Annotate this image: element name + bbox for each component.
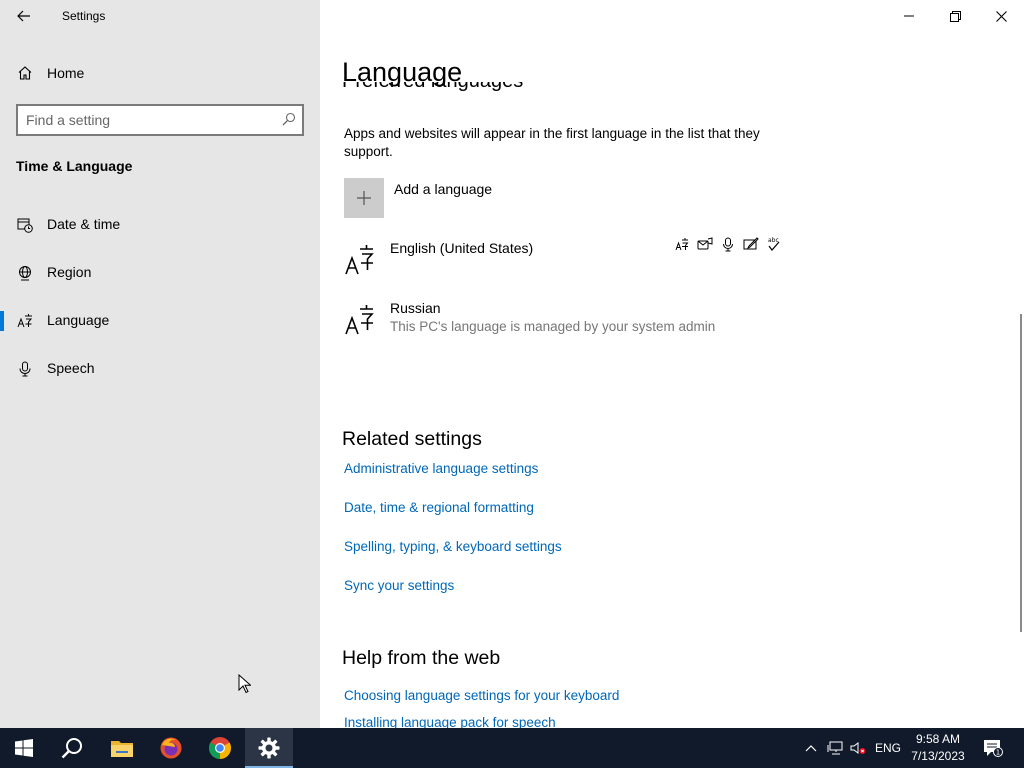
restore-button[interactable] bbox=[932, 0, 978, 32]
calendar-clock-icon bbox=[16, 216, 34, 234]
restore-icon bbox=[949, 10, 961, 22]
search-box[interactable] bbox=[16, 104, 304, 136]
description-text: Apps and websites will appear in the fir… bbox=[344, 126, 760, 159]
language-features: abc bbox=[674, 236, 782, 252]
add-tile bbox=[344, 178, 384, 218]
related-settings-heading: Related settings bbox=[342, 428, 482, 450]
taskbar-firefox[interactable] bbox=[147, 728, 195, 768]
sidebar-item-label: Date & time bbox=[47, 216, 121, 232]
sidebar-item-label: Region bbox=[47, 264, 92, 280]
add-language-button[interactable]: Add a language bbox=[344, 178, 644, 218]
firefox-icon bbox=[160, 737, 182, 759]
taskbar-chrome[interactable] bbox=[196, 728, 244, 768]
link-installing-speech-language-pack[interactable]: Installing language pack for speech bbox=[344, 715, 556, 728]
network-tray-button[interactable] bbox=[824, 728, 846, 768]
link-administrative-language-settings[interactable]: Administrative language settings bbox=[344, 461, 538, 476]
clock-date: 7/13/2023 bbox=[911, 749, 965, 763]
close-button[interactable] bbox=[978, 0, 1024, 32]
language-managed-note: This PC's language is managed by your sy… bbox=[390, 319, 716, 334]
active-indicator bbox=[0, 311, 4, 331]
notification-center-button[interactable]: 1 bbox=[978, 728, 1008, 768]
system-clock[interactable]: 9:58 AM 7/13/2023 bbox=[905, 731, 971, 765]
microphone-icon bbox=[16, 360, 34, 378]
start-icon bbox=[15, 739, 33, 757]
start-button[interactable] bbox=[0, 728, 48, 768]
show-hidden-icons-button[interactable] bbox=[800, 728, 822, 768]
plus-icon bbox=[357, 191, 371, 205]
handwriting-icon bbox=[743, 236, 759, 252]
network-icon bbox=[827, 741, 843, 755]
scrollbar[interactable] bbox=[1020, 314, 1022, 632]
close-icon bbox=[995, 10, 1007, 22]
notification-count: 1 bbox=[996, 749, 1000, 757]
back-arrow-icon bbox=[17, 10, 30, 22]
sidebar-item-language[interactable]: Language bbox=[0, 301, 320, 341]
chrome-icon bbox=[209, 737, 231, 759]
spelling-icon: abc bbox=[766, 236, 782, 252]
svg-text:abc: abc bbox=[768, 237, 779, 244]
notification-icon: 1 bbox=[984, 740, 1003, 757]
text-to-speech-icon bbox=[697, 236, 713, 252]
sidebar-item-region[interactable]: Region bbox=[0, 253, 320, 293]
language-pack-icon bbox=[674, 236, 690, 252]
language-icon bbox=[16, 312, 34, 330]
app-title: Settings bbox=[62, 9, 106, 23]
sidebar-item-speech[interactable]: Speech bbox=[0, 349, 320, 389]
mouse-cursor-icon bbox=[238, 674, 251, 694]
content-pane: Language Preferred languages Apps and we… bbox=[320, 0, 1024, 728]
home-label: Home bbox=[47, 65, 85, 81]
section-title: Time & Language bbox=[16, 158, 133, 174]
taskbar-search-button[interactable] bbox=[48, 728, 96, 768]
speech-recognition-icon bbox=[720, 236, 736, 252]
link-sync-your-settings[interactable]: Sync your settings bbox=[344, 578, 454, 593]
volume-muted-icon bbox=[850, 742, 866, 754]
taskbar-settings[interactable] bbox=[245, 728, 293, 768]
sidebar-item-date-time[interactable]: Date & time bbox=[0, 205, 320, 245]
language-glyph-icon bbox=[344, 300, 380, 336]
preferred-languages-heading-text: Preferred languages bbox=[342, 82, 523, 93]
minimize-icon bbox=[904, 15, 914, 17]
language-glyph-icon bbox=[344, 240, 380, 276]
back-button[interactable] bbox=[10, 4, 38, 28]
search-icon bbox=[61, 738, 82, 759]
minimize-button[interactable] bbox=[886, 0, 932, 32]
preferred-languages-heading: Preferred languages bbox=[342, 82, 642, 98]
sidebar: Settings Home Time & Language Date & tim… bbox=[0, 0, 320, 728]
volume-tray-button[interactable] bbox=[847, 728, 869, 768]
add-language-label: Add a language bbox=[394, 181, 493, 197]
sidebar-item-label: Speech bbox=[47, 360, 95, 376]
taskbar-file-explorer[interactable] bbox=[98, 728, 146, 768]
taskbar: ENG 9:58 AM 7/13/2023 1 bbox=[0, 728, 1024, 768]
chevron-up-icon bbox=[805, 745, 817, 752]
globe-icon bbox=[16, 264, 34, 282]
language-name: Russian bbox=[390, 300, 441, 316]
title-bar-left: Settings bbox=[0, 0, 320, 32]
link-spelling-typing-keyboard-settings[interactable]: Spelling, typing, & keyboard settings bbox=[344, 539, 562, 554]
sidebar-item-home[interactable]: Home bbox=[0, 57, 320, 89]
settings-icon bbox=[258, 737, 280, 759]
search-icon bbox=[282, 112, 296, 131]
search-input[interactable] bbox=[26, 111, 276, 129]
clock-time: 9:58 AM bbox=[915, 732, 961, 746]
sidebar-item-label: Language bbox=[47, 312, 110, 328]
input-language-indicator[interactable]: ENG bbox=[872, 728, 904, 768]
language-name: English (United States) bbox=[390, 240, 534, 256]
language-item-russian[interactable]: Russian This PC's language is managed by… bbox=[344, 298, 784, 348]
link-choosing-keyboard-language[interactable]: Choosing language settings for your keyb… bbox=[344, 688, 619, 703]
file-explorer-icon bbox=[111, 741, 133, 757]
home-icon bbox=[17, 65, 33, 86]
link-date-time-regional-formatting[interactable]: Date, time & regional formatting bbox=[344, 500, 534, 515]
help-from-web-heading: Help from the web bbox=[342, 647, 501, 669]
